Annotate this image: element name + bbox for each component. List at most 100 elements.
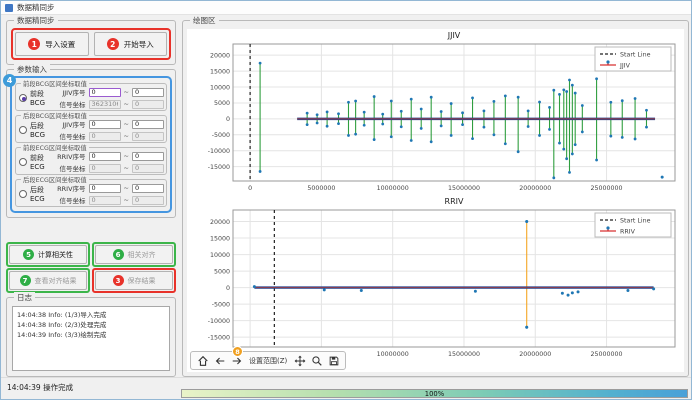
view-align-result-button[interactable]: 7 查看对齐结果 <box>9 271 87 290</box>
svg-text:5000: 5000 <box>214 268 230 275</box>
range-separator: ~ <box>124 196 129 204</box>
jjiv-chart[interactable]: 0 5000000 10000000 15000000 20000000 25000000… <box>187 29 684 195</box>
log-group-title: 日志 <box>14 292 35 303</box>
sync-group-title: 数据精同步 <box>14 15 58 26</box>
start-import-button[interactable]: 2 开始导入 <box>94 32 168 56</box>
home-icon[interactable] <box>196 354 209 367</box>
plot-group: 绘图区 050000001000000015000000200000002500… <box>182 20 689 377</box>
range-separator: ~ <box>124 132 129 140</box>
rear-bcg-jjiv-from-input[interactable] <box>89 120 121 129</box>
view-align-result-highlight: 7 查看对齐结果 <box>6 268 90 293</box>
front-ecg-rriv-to-input[interactable] <box>132 152 164 161</box>
svg-text:20000: 20000 <box>210 52 230 59</box>
jjiv-index-label: JJIV序号 <box>56 119 86 129</box>
import-buttons-highlight: 1 导入设置 2 开始导入 <box>11 28 171 60</box>
svg-text:0: 0 <box>226 116 230 123</box>
svg-text:20000: 20000 <box>210 219 230 226</box>
rear-ecg-rriv-from-input[interactable] <box>89 184 121 193</box>
svg-text:0: 0 <box>248 185 252 192</box>
front-bcg-jjiv-from-input[interactable] <box>89 88 121 97</box>
rear-ecg-rriv-to-input[interactable] <box>132 184 164 193</box>
range-separator: ~ <box>124 88 129 96</box>
calc-correlation-button[interactable]: 5 计算相关性 <box>9 245 87 264</box>
back-icon[interactable] <box>213 354 226 367</box>
rear-ecg-radio-label: 后段ECG <box>30 185 56 203</box>
radio-icon[interactable] <box>19 190 27 198</box>
svg-text:-15000: -15000 <box>208 334 230 341</box>
svg-text:5000000: 5000000 <box>307 185 335 192</box>
save-result-button[interactable]: 3 保存结果 <box>95 271 173 290</box>
rear-bcg-jjiv-to-input[interactable] <box>132 120 164 129</box>
app-icon <box>5 4 13 12</box>
svg-text:JJIV: JJIV <box>619 63 631 70</box>
front-ecg-radio[interactable]: 前段ECG <box>19 153 56 171</box>
save-icon[interactable] <box>327 354 340 367</box>
svg-text:15000000: 15000000 <box>448 351 480 358</box>
svg-text:10000: 10000 <box>210 252 230 259</box>
svg-text:25000000: 25000000 <box>591 351 623 358</box>
front-ecg-rriv-from-input[interactable] <box>89 152 121 161</box>
svg-text:Start Line: Start Line <box>620 218 651 225</box>
radio-icon[interactable] <box>19 94 27 102</box>
log-group: 日志 14:04:38 Info: (1/3)导入完成 14:04:38 Inf… <box>6 297 176 377</box>
svg-text:-5000: -5000 <box>212 132 230 139</box>
plot-canvas: 0 5000000 10000000 15000000 20000000 25000000… <box>187 29 684 372</box>
app-window: 数据精同步 数据精同步 1 导入设置 2 开始导入 参数输入 4 前段BCG区间… <box>0 0 692 400</box>
correlation-align-highlight: 6 相关对齐 <box>92 242 176 267</box>
front-bcg-coord-to-input <box>132 100 164 109</box>
rear-bcg-coord-from-input <box>89 132 121 141</box>
pan-icon[interactable] <box>293 354 306 367</box>
signal-coord-label: 信号坐标 <box>56 195 86 205</box>
rear-ecg-section: 后段ECG区间坐标取值 后段ECG RRIV序号 ~ <box>15 179 167 207</box>
svg-text:10000000: 10000000 <box>377 351 409 358</box>
front-bcg-radio-label: 前段BCG <box>30 89 56 107</box>
front-ecg-coord-from-input <box>89 164 121 173</box>
log-output[interactable]: 14:04:38 Info: (1/3)导入完成 14:04:38 Info: … <box>12 306 170 371</box>
correlation-align-label: 相关对齐 <box>128 250 156 260</box>
rear-bcg-radio-label: 后段BCG <box>30 121 56 139</box>
correlation-align-button[interactable]: 6 相关对齐 <box>95 245 173 264</box>
status-bar: 14:04:39 操作完成 100% <box>1 377 691 399</box>
range-separator: ~ <box>124 120 129 128</box>
radio-icon[interactable] <box>19 158 27 166</box>
range-separator: ~ <box>124 152 129 160</box>
svg-text:20000000: 20000000 <box>519 185 551 192</box>
svg-text:10000: 10000 <box>210 84 230 91</box>
import-settings-button[interactable]: 1 导入设置 <box>15 32 89 56</box>
step-badge-8: 8 <box>232 346 243 357</box>
rear-ecg-coord-to-input <box>132 196 164 205</box>
svg-text:25000000: 25000000 <box>591 185 623 192</box>
rear-bcg-section-title: 后段BCG区间坐标取值 <box>21 111 89 120</box>
log-line: 14:04:38 Info: (1/3)导入完成 <box>17 310 165 320</box>
front-bcg-radio[interactable]: 前段BCG <box>19 89 56 107</box>
rriv-index-label: RRIV序号 <box>56 151 86 161</box>
svg-text:JJIV: JJIV <box>447 31 461 40</box>
plot-toolbar: 8 设置范围(Z) <box>190 351 346 370</box>
front-ecg-section: 前段ECG区间坐标取值 前段ECG RRIV序号 ~ <box>15 147 167 175</box>
svg-text:Start Line: Start Line <box>620 52 651 59</box>
front-bcg-jjiv-to-input[interactable] <box>132 88 164 97</box>
front-ecg-coord-to-input <box>132 164 164 173</box>
calc-correlation-label: 计算相关性 <box>38 250 73 260</box>
front-ecg-radio-label: 前段ECG <box>30 153 56 171</box>
status-text: 14:04:39 操作完成 <box>7 382 73 393</box>
rear-bcg-radio[interactable]: 后段BCG <box>19 121 56 139</box>
svg-text:0: 0 <box>226 285 230 292</box>
rear-ecg-radio[interactable]: 后段ECG <box>19 185 56 203</box>
rriv-index-label: RRIV序号 <box>56 183 86 193</box>
step-badge-7: 7 <box>20 275 31 286</box>
rear-ecg-section-title: 后段ECG区间坐标取值 <box>21 175 89 184</box>
title-bar: 数据精同步 <box>1 1 691 15</box>
magnifier-icon[interactable] <box>310 354 323 367</box>
svg-text:15000000: 15000000 <box>448 185 480 192</box>
log-line: 14:04:39 Info: (3/3)绘制完成 <box>17 330 165 340</box>
view-align-result-label: 查看对齐结果 <box>35 276 77 286</box>
log-line: 14:04:38 Info: (2/3)处理完成 <box>17 320 165 330</box>
svg-text:-10000: -10000 <box>208 318 230 325</box>
svg-text:10000000: 10000000 <box>377 185 409 192</box>
set-range-button[interactable]: 设置范围(Z) <box>247 355 289 367</box>
rriv-chart[interactable]: 0500000010000000150000002000000025000000… <box>187 195 684 361</box>
radio-icon[interactable] <box>19 126 27 134</box>
import-settings-label: 导入设置 <box>45 39 75 50</box>
front-bcg-section: 前段BCG区间坐标取值 前段BCG JJIV序号 ~ <box>15 83 167 111</box>
